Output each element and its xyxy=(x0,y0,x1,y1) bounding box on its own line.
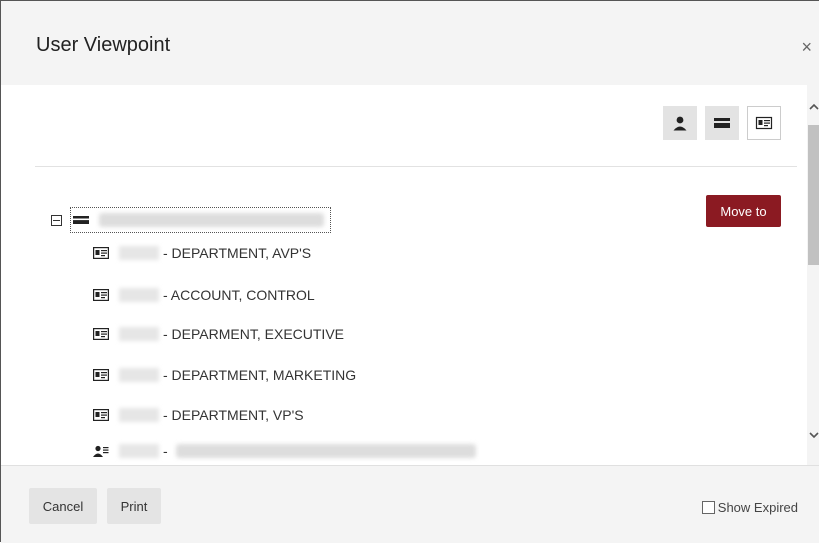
tree-root-label[interactable] xyxy=(70,207,331,233)
redacted-text xyxy=(175,444,476,458)
tree-item[interactable]: - DEPARMENT, EXECUTIVE xyxy=(93,323,344,345)
redacted-text xyxy=(119,444,159,458)
redacted-text xyxy=(99,213,324,227)
show-expired-label: Show Expired xyxy=(717,500,798,515)
show-expired-checkbox[interactable] xyxy=(701,501,715,514)
collapse-icon[interactable] xyxy=(51,214,62,226)
person-icon xyxy=(673,116,687,131)
id-card-icon xyxy=(93,247,109,259)
scrollbar-thumb[interactable] xyxy=(808,125,819,265)
tree-item-label: - xyxy=(163,443,168,459)
close-button[interactable]: × xyxy=(801,37,812,57)
redacted-text xyxy=(119,288,159,302)
dialog-header: User Viewpoint × xyxy=(1,1,819,85)
move-to-button[interactable]: Move to xyxy=(706,195,781,227)
tree-item-label: - DEPARTMENT, AVP'S xyxy=(163,245,312,261)
redacted-text xyxy=(119,327,159,341)
id-card-icon xyxy=(93,328,109,340)
tree-item[interactable]: - DEPARTMENT, VP'S xyxy=(93,404,304,426)
card-icon xyxy=(73,216,89,224)
dialog-title: User Viewpoint xyxy=(36,34,171,56)
tree-item[interactable]: - ACCOUNT, CONTROL xyxy=(93,284,315,306)
tree-item-label: - DEPARTMENT, MARKETING xyxy=(163,367,357,383)
cancel-button[interactable]: Cancel xyxy=(29,488,97,524)
tree-root[interactable] xyxy=(51,207,331,233)
vertical-scrollbar[interactable] xyxy=(807,85,819,465)
redacted-text xyxy=(119,368,159,382)
tree-item[interactable]: - DEPARTMENT, MARKETING xyxy=(93,364,356,386)
dialog-body: Move to - DEPARTMENT, AVP'S - ACCOUNT, C… xyxy=(1,85,807,465)
tree-item-label: - DEPARTMENT, VP'S xyxy=(163,407,304,423)
card-icon xyxy=(714,118,730,128)
dialog-footer: Cancel Print Show Expired xyxy=(1,465,819,543)
id-card-icon xyxy=(755,116,773,130)
id-card-icon xyxy=(93,289,109,301)
divider xyxy=(35,166,797,167)
redacted-text xyxy=(119,408,159,422)
print-button[interactable]: Print xyxy=(107,488,161,524)
scroll-up-icon[interactable] xyxy=(808,101,819,113)
scroll-down-icon[interactable] xyxy=(808,429,819,441)
redacted-text xyxy=(119,246,159,260)
card-view-button[interactable] xyxy=(705,106,739,140)
tree-item-label: - ACCOUNT, CONTROL xyxy=(163,287,315,303)
show-expired-toggle[interactable]: Show Expired xyxy=(701,500,798,515)
user-viewpoint-dialog: User Viewpoint × Move to - DEPARTMENT, A… xyxy=(0,0,819,543)
id-card-icon xyxy=(93,369,109,381)
person-view-button[interactable] xyxy=(663,106,697,140)
tree-item[interactable]: - DEPARTMENT, AVP'S xyxy=(93,242,311,264)
id-card-view-button[interactable] xyxy=(747,106,781,140)
tree-item-label: - DEPARMENT, EXECUTIVE xyxy=(163,326,344,342)
users-icon xyxy=(93,445,109,457)
id-card-icon xyxy=(93,409,109,421)
tree-item[interactable]: - xyxy=(93,440,476,462)
